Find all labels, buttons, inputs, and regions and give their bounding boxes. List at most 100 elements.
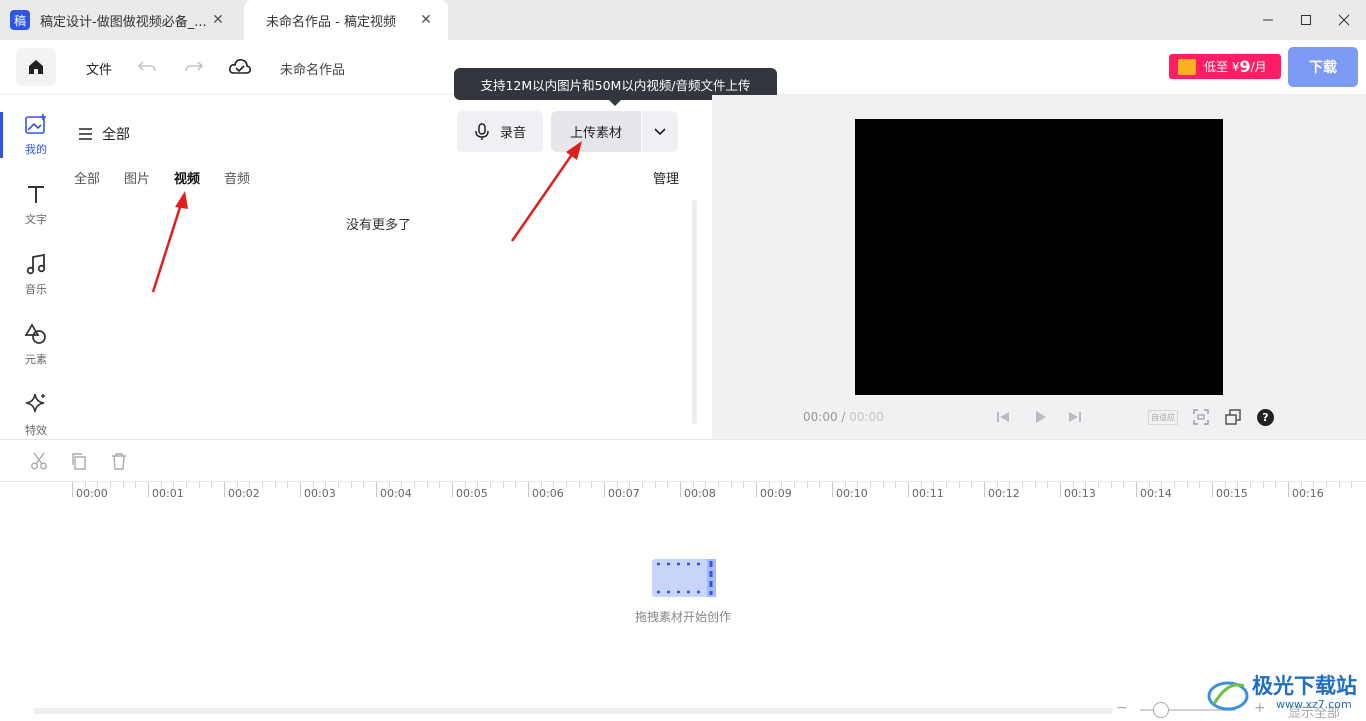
watermark-url: www.xz7.com [1276, 698, 1352, 711]
ruler-minor-tick [1351, 482, 1353, 488]
microphone-icon [475, 122, 489, 140]
ruler-minor-tick [540, 482, 542, 488]
ruler-tick-label: 00:03 [304, 487, 336, 500]
ruler-minor-tick [1098, 482, 1099, 488]
ruler-minor-tick [1313, 482, 1315, 488]
undo-icon[interactable] [136, 57, 158, 77]
ruler-minor-tick [616, 482, 618, 488]
ruler-minor-tick [490, 482, 491, 488]
ruler-minor-tick [1009, 482, 1011, 488]
ruler-minor-tick [173, 482, 175, 488]
ruler-minor-tick [553, 482, 555, 488]
ruler-minor-tick [1262, 482, 1264, 488]
project-name[interactable]: 未命名作品 [280, 59, 345, 78]
nav-item-music[interactable]: 音乐 [0, 244, 72, 306]
ruler-minor-tick [477, 482, 479, 488]
ruler-minor-tick [287, 482, 289, 488]
nav-item-effects[interactable]: 特效 [0, 384, 72, 446]
sub-tab-all[interactable]: 全部 [74, 168, 100, 187]
zoom-slider-handle[interactable] [1153, 702, 1169, 718]
ruler-minor-tick [1300, 482, 1302, 488]
panel-scrollbar[interactable] [692, 200, 697, 424]
nav-item-text[interactable]: 文字 [0, 174, 72, 236]
ruler-minor-tick [198, 482, 200, 488]
ruler-minor-tick [743, 482, 745, 488]
ruler-minor-tick [1123, 482, 1125, 488]
nav-item-my[interactable]: 我的 [0, 104, 72, 166]
play-icon[interactable] [1031, 408, 1049, 426]
ruler-tick-label: 00:15 [1216, 487, 1248, 500]
ruler-minor-tick [388, 482, 390, 488]
filter-dropdown[interactable]: 全部 [78, 124, 130, 144]
ruler-minor-tick [122, 482, 124, 488]
fit-screen-icon[interactable] [1192, 408, 1210, 426]
help-icon[interactable]: ? [1257, 409, 1274, 426]
close-tab-icon[interactable]: ✕ [210, 12, 226, 28]
delete-icon[interactable] [110, 452, 128, 470]
ruler-minor-tick [629, 482, 631, 488]
ruler-minor-tick [338, 482, 339, 488]
home-button[interactable] [16, 48, 56, 86]
ruler-minor-tick [439, 482, 441, 488]
ruler-tick-label: 00:00 [76, 487, 108, 500]
filter-label: 全部 [102, 127, 130, 143]
manage-link[interactable]: 管理 [653, 168, 679, 187]
ruler-minor-tick [642, 482, 643, 488]
app-logo-icon: 稿 [10, 10, 30, 30]
ruler-tick-label: 00:06 [532, 487, 564, 500]
maximize-icon[interactable] [1296, 10, 1316, 30]
zoom-out-icon[interactable]: − [1116, 700, 1128, 716]
ruler-minor-tick [692, 482, 694, 488]
ruler-minor-tick [414, 482, 415, 488]
promo-price: 9 [1239, 57, 1251, 76]
close-tab-icon[interactable]: ✕ [418, 12, 434, 28]
aspect-ratio-icon[interactable] [1224, 408, 1242, 426]
promo-badge[interactable]: 低至 ¥9/月 [1169, 54, 1281, 79]
nav-item-elements[interactable]: 元素 [0, 314, 72, 376]
ruler-minor-tick [426, 482, 428, 488]
ruler-minor-tick [464, 482, 466, 488]
upload-options-dropdown[interactable] [641, 111, 678, 152]
minimize-icon[interactable] [1258, 10, 1278, 30]
nav-label: 我的 [25, 143, 47, 156]
ruler-minor-tick [350, 482, 352, 488]
ruler-minor-tick [110, 482, 111, 488]
video-canvas[interactable] [855, 119, 1223, 395]
ruler-minor-tick [515, 482, 517, 488]
ruler-minor-tick [667, 482, 669, 488]
tab-label: 未命名作品 - 稿定视频 [266, 14, 396, 30]
total-time: 00:00 [849, 410, 884, 424]
scissors-icon[interactable] [30, 452, 48, 470]
redo-icon[interactable] [183, 57, 205, 77]
ruler-major-tick [1136, 482, 1137, 497]
nav-label: 特效 [25, 424, 47, 437]
tooltip-arrow [608, 99, 622, 106]
tab-gaoding-design[interactable]: 稿 稿定设计-做图做视频必备_... ✕ [0, 0, 240, 40]
watermark-logo-icon [1207, 681, 1249, 711]
timeline-empty-hint: 拖拽素材开始创作 [634, 610, 731, 624]
skip-forward-icon[interactable] [1066, 408, 1084, 426]
ruler-minor-tick [591, 482, 593, 488]
nav-label: 元素 [25, 353, 47, 366]
ruler-minor-tick [1326, 482, 1327, 488]
cloud-saved-icon[interactable] [228, 56, 252, 78]
ruler-minor-tick [502, 482, 504, 488]
sub-tab-audio[interactable]: 音频 [224, 168, 250, 187]
ruler-minor-tick [1085, 482, 1087, 488]
timeline-ruler[interactable]: 00:00 00:01 00:02 00:03 00:04 00:05 00:06 00:07… [0, 481, 1366, 501]
close-window-icon[interactable] [1334, 10, 1354, 30]
tab-untitled-video[interactable]: 未命名作品 - 稿定视频 ✕ [244, 0, 448, 40]
auto-fit-button[interactable]: 自适应 [1148, 410, 1178, 425]
ruler-major-tick [984, 482, 985, 497]
ruler-minor-tick [844, 482, 846, 488]
ruler-major-tick [528, 482, 529, 497]
timeline-horizontal-scrollbar[interactable] [33, 708, 1113, 714]
ruler-major-tick [224, 482, 225, 497]
file-menu[interactable]: 文件 [86, 59, 112, 78]
download-button[interactable]: 下载 [1288, 47, 1358, 87]
timeline-toolbar [0, 439, 1366, 481]
copy-icon[interactable] [70, 452, 88, 470]
ruler-minor-tick [1161, 482, 1163, 488]
skip-back-icon[interactable] [994, 408, 1012, 426]
ruler-tick-label: 00:11 [912, 487, 944, 500]
